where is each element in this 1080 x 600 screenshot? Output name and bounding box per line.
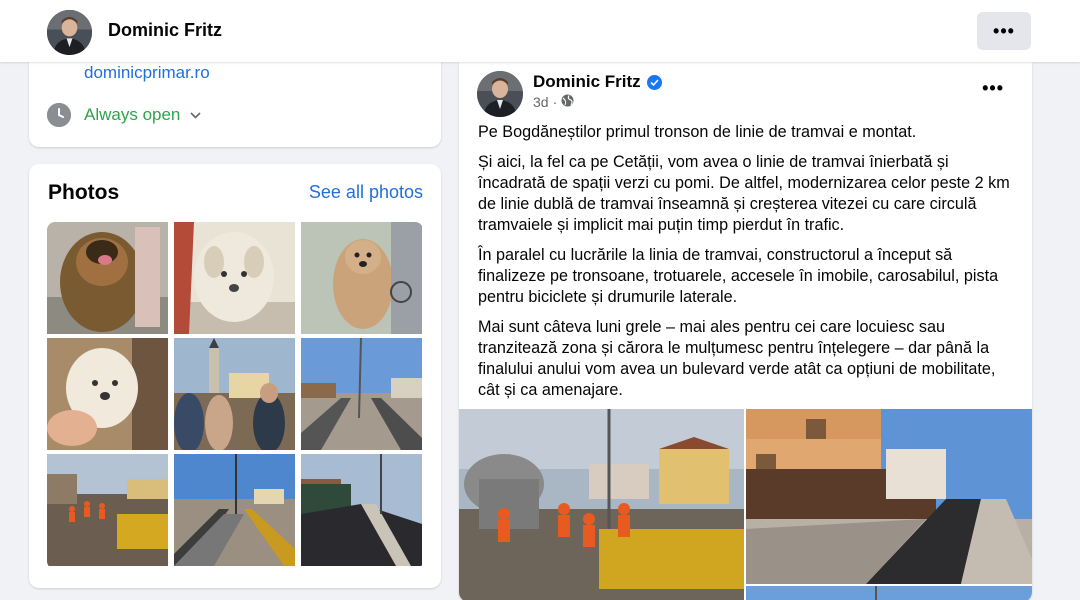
photo-thumbnail[interactable] [301, 454, 422, 566]
clock-icon [47, 103, 71, 127]
post-body: Pe Bogdăneștilor primul tronson de linie… [478, 122, 1018, 410]
photo-thumbnail[interactable] [174, 222, 295, 334]
hours-row[interactable]: Always open [47, 103, 201, 127]
post-paragraph: În paralel cu lucrările la linia de tram… [478, 246, 999, 306]
post-image[interactable] [459, 409, 744, 600]
globe-icon [561, 94, 574, 110]
photo-thumbnail[interactable] [174, 338, 295, 450]
meta-separator: · [552, 94, 558, 110]
photo-thumbnail[interactable] [301, 338, 422, 450]
post-image[interactable] [746, 586, 1032, 600]
website-row: dominicprimar.ro [84, 63, 210, 83]
post-image-gallery [459, 409, 1032, 600]
post-card: Dominic Fritz 3d · ••• Pe Bogdăneștilor … [459, 62, 1032, 600]
post-paragraph: Mai sunt câteva luni grele – mai ales pe… [478, 318, 996, 399]
post-timestamp[interactable]: 3d [533, 94, 549, 110]
post-author-name[interactable]: Dominic Fritz [533, 72, 641, 92]
post-paragraph: Și aici, la fel ca pe Cetății, vom avea … [478, 153, 1010, 234]
photo-thumbnail[interactable] [174, 454, 295, 566]
photos-card: Photos See all photos [29, 164, 441, 588]
photo-thumbnail[interactable] [47, 222, 168, 334]
post-author-row: Dominic Fritz [533, 72, 662, 92]
verified-badge-icon [646, 74, 662, 90]
see-all-photos-link[interactable]: See all photos [309, 182, 423, 203]
hours-status: Always open [84, 105, 181, 124]
chevron-down-icon[interactable] [190, 108, 201, 122]
more-options-button[interactable]: ••• [977, 12, 1031, 50]
photo-thumbnail[interactable] [47, 338, 168, 450]
website-link[interactable]: dominicprimar.ro [84, 63, 210, 83]
photos-title: Photos [48, 181, 120, 204]
page-avatar[interactable] [47, 10, 92, 55]
post-author-avatar[interactable] [477, 71, 523, 117]
photo-grid [47, 222, 423, 569]
page-name[interactable]: Dominic Fritz [108, 20, 222, 41]
post-more-button[interactable]: ••• [982, 79, 1004, 99]
page-header-bar: Dominic Fritz ••• [0, 0, 1080, 62]
photo-thumbnail[interactable] [301, 222, 422, 334]
more-dots-icon: ••• [982, 78, 1004, 98]
post-image[interactable] [746, 409, 1032, 584]
post-meta: 3d · [533, 94, 574, 110]
post-paragraph: Pe Bogdăneștilor primul tronson de linie… [478, 123, 917, 141]
photo-thumbnail[interactable] [47, 454, 168, 566]
more-dots-icon: ••• [993, 21, 1015, 41]
